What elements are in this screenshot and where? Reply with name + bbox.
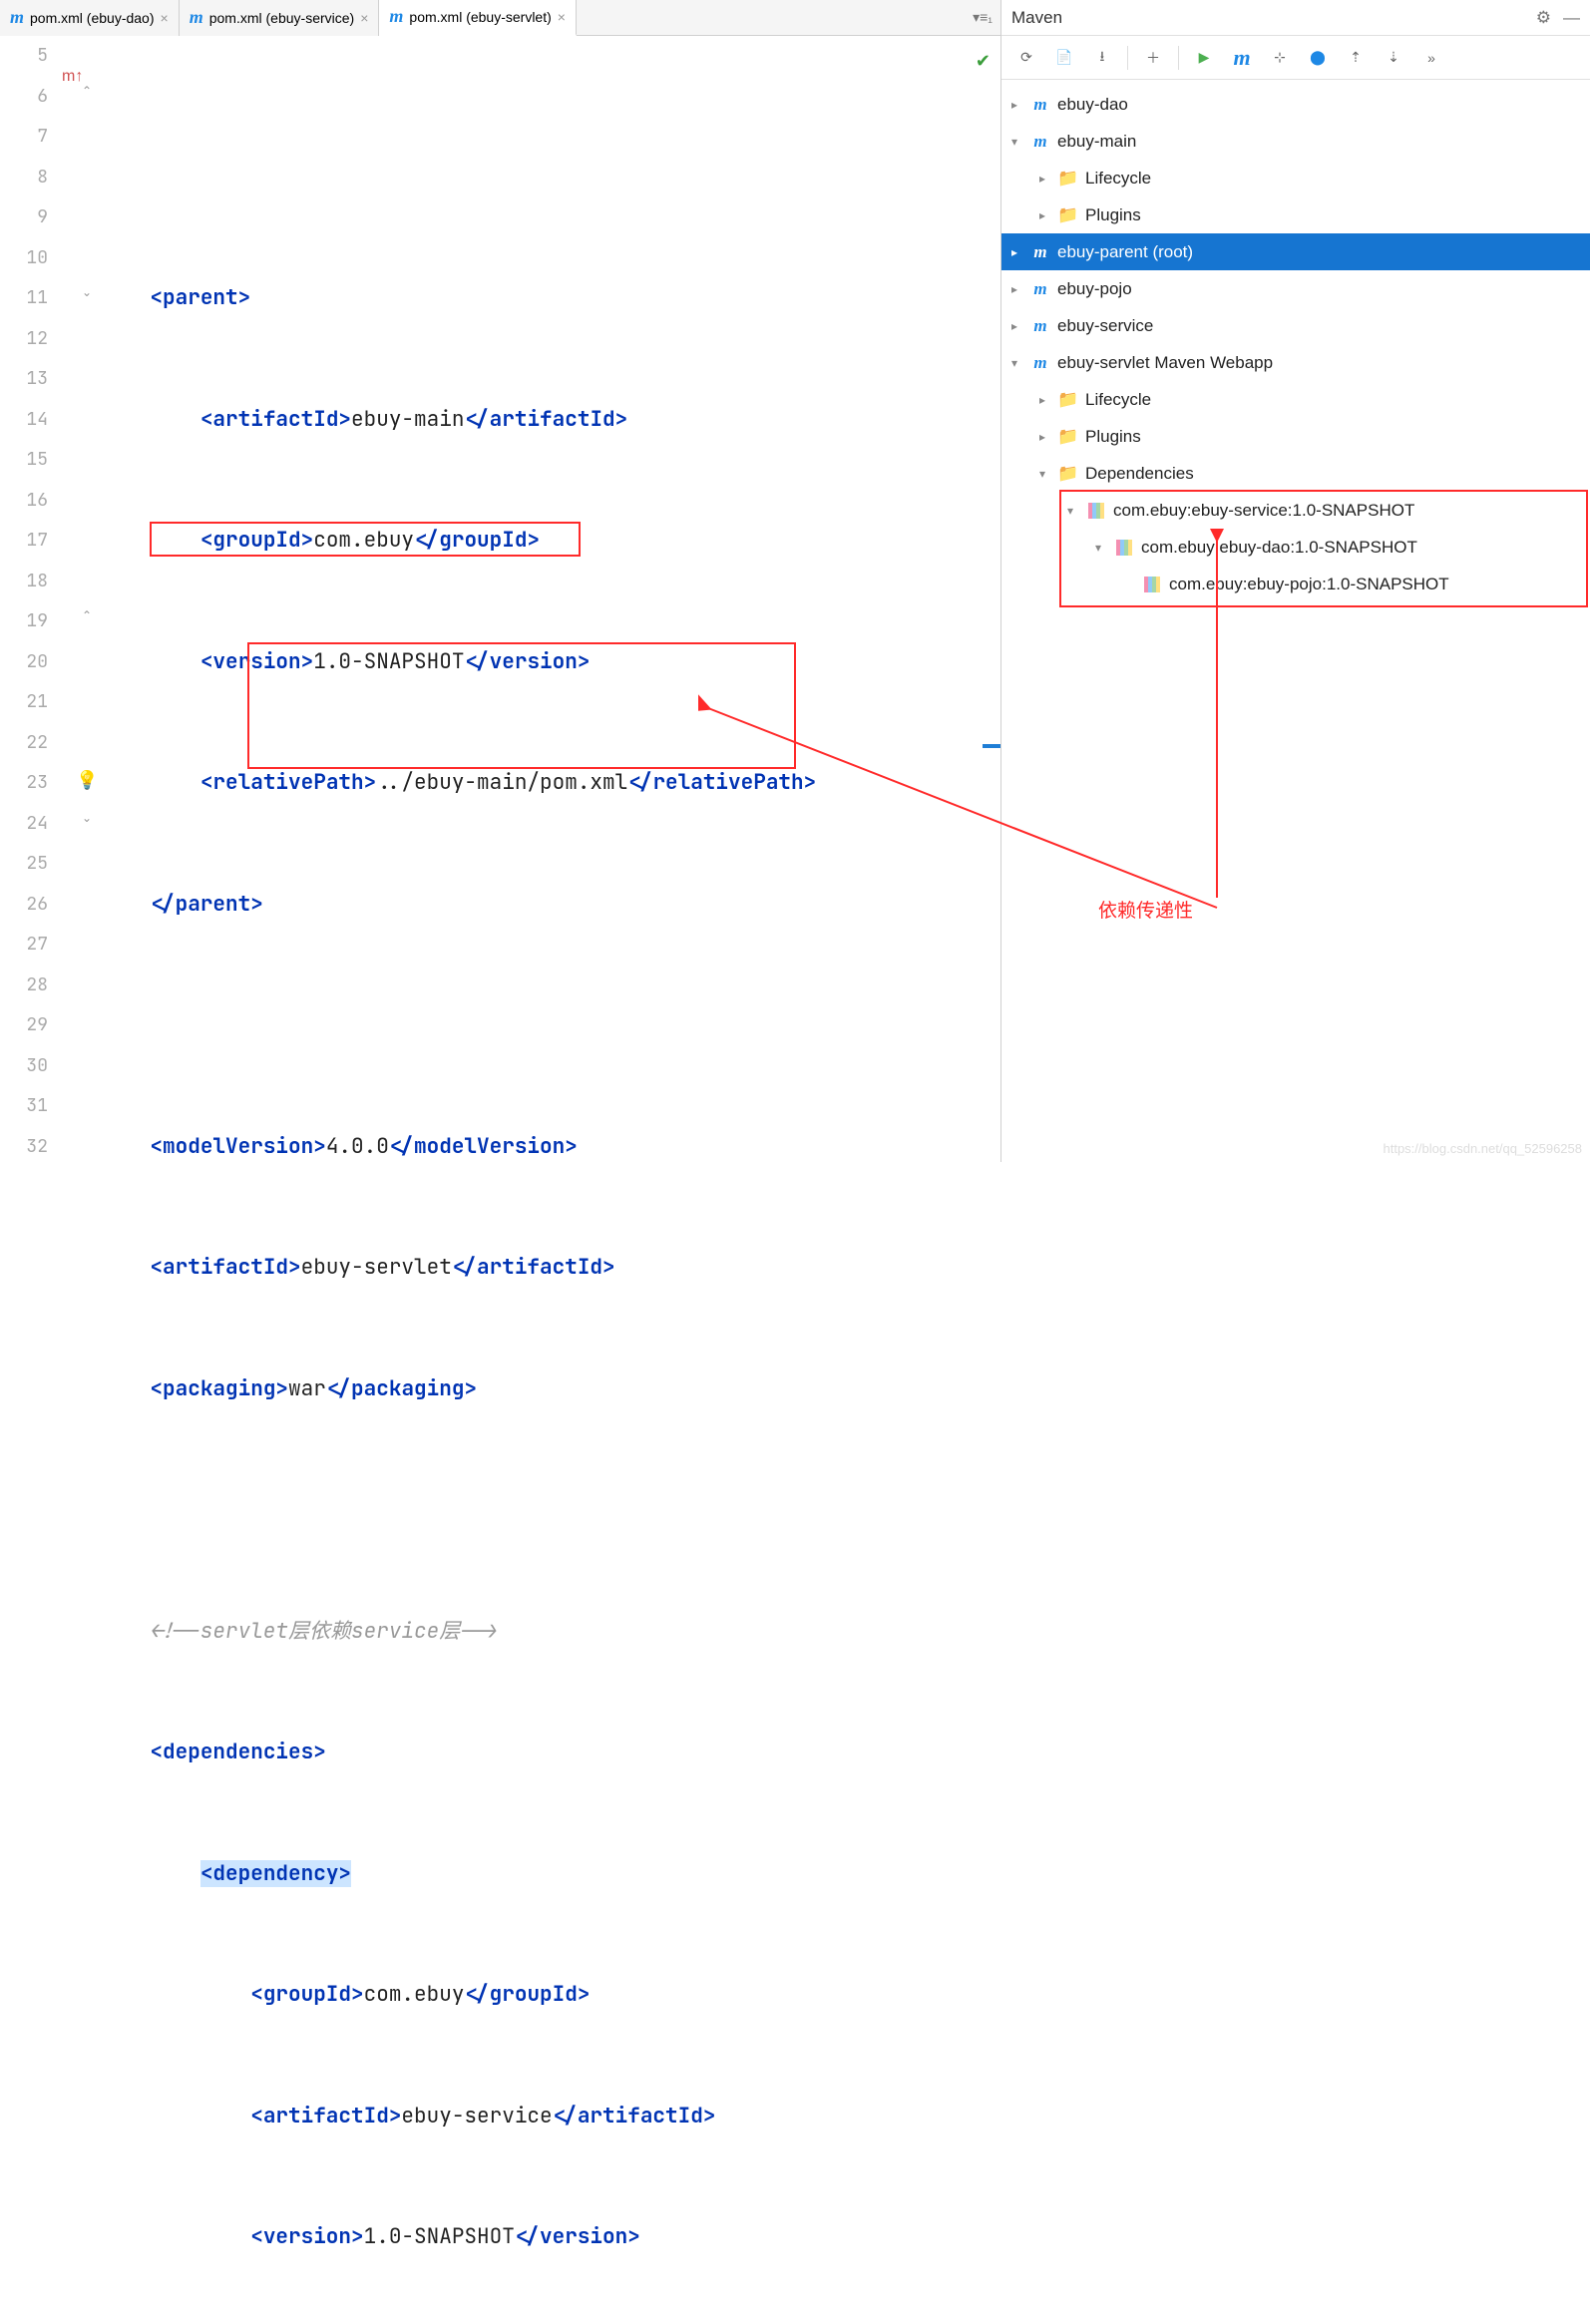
- tree-node-ebuy-parent[interactable]: ▸mebuy-parent (root): [1001, 233, 1590, 270]
- tree-node-dep-service[interactable]: ▾com.ebuy:ebuy-service:1.0-SNAPSHOT: [1001, 492, 1590, 529]
- tree-node-plugins[interactable]: ▸📁Plugins: [1001, 418, 1590, 455]
- tree-node-ebuy-pojo[interactable]: ▸mebuy-pojo: [1001, 270, 1590, 307]
- add-icon[interactable]: ＋: [1136, 41, 1170, 75]
- maven-icon: m: [389, 6, 403, 27]
- gear-icon[interactable]: ⚙: [1536, 8, 1551, 28]
- tab-pom-servlet[interactable]: m pom.xml (ebuy-servlet) ×: [379, 0, 577, 36]
- skip-tests-icon[interactable]: ⬤: [1301, 41, 1335, 75]
- run-icon[interactable]: ▶: [1187, 41, 1221, 75]
- close-icon[interactable]: ×: [360, 10, 368, 26]
- tab-label: pom.xml (ebuy-servlet): [409, 9, 551, 25]
- line-gutter: 5678910111213141516171819202122232425262…: [0, 36, 60, 2324]
- tree-node-dep-dao[interactable]: ▾com.ebuy:ebuy-dao:1.0-SNAPSHOT: [1001, 529, 1590, 566]
- analysis-ok-icon: ✔: [976, 42, 991, 83]
- download-icon[interactable]: ⭳: [1085, 41, 1119, 75]
- tree-node-ebuy-service[interactable]: ▸mebuy-service: [1001, 307, 1590, 344]
- intention-bulb-icon[interactable]: 💡: [76, 770, 98, 791]
- tab-pom-dao[interactable]: m pom.xml (ebuy-dao) ×: [0, 0, 180, 36]
- maven-title: Maven: [1011, 8, 1062, 28]
- tree-node-plugins[interactable]: ▸📁Plugins: [1001, 196, 1590, 233]
- more-icon[interactable]: »: [1414, 41, 1448, 75]
- maven-toolbar: ⟳ 📄 ⭳ ＋ ▶ m ⊹ ⬤ ⇡ ⇣ »: [1001, 36, 1590, 80]
- tab-label: pom.xml (ebuy-dao): [30, 10, 155, 26]
- editor-pane: m pom.xml (ebuy-dao) × m pom.xml (ebuy-serv…: [0, 0, 1001, 1162]
- watermark: https://blog.csdn.net/qq_52596258: [1384, 1141, 1583, 1156]
- tree-node-ebuy-main[interactable]: ▾mebuy-main: [1001, 123, 1590, 160]
- maven-icon: m: [190, 7, 203, 28]
- close-icon[interactable]: ×: [161, 10, 169, 26]
- code-area[interactable]: ✔ <parent> <artifactId>ebuy-main</artifa…: [100, 36, 1000, 2324]
- collapse-icon[interactable]: ⇡: [1339, 41, 1373, 75]
- maven-header: Maven ⚙ —: [1001, 0, 1590, 36]
- reload-icon[interactable]: ⟳: [1009, 41, 1043, 75]
- tree-node-dependencies[interactable]: ▾📁Dependencies: [1001, 455, 1590, 492]
- maven-icon: m: [10, 7, 24, 28]
- toggle-offline-icon[interactable]: ⊹: [1263, 41, 1297, 75]
- tree-node-lifecycle[interactable]: ▸📁Lifecycle: [1001, 381, 1590, 418]
- tree-node-lifecycle[interactable]: ▸📁Lifecycle: [1001, 160, 1590, 196]
- maven-tool-window: Maven ⚙ — ⟳ 📄 ⭳ ＋ ▶ m ⊹ ⬤ ⇡ ⇣ » ▸mebuy-d…: [1001, 0, 1590, 1162]
- tab-overflow[interactable]: ▾≡₁: [973, 9, 1000, 26]
- tab-pom-service[interactable]: m pom.xml (ebuy-service) ×: [180, 0, 380, 36]
- expand-icon[interactable]: ⇣: [1377, 41, 1410, 75]
- tree-node-dep-pojo[interactable]: com.ebuy:ebuy-pojo:1.0-SNAPSHOT: [1001, 566, 1590, 602]
- tab-label: pom.xml (ebuy-service): [209, 10, 354, 26]
- generate-sources-icon[interactable]: 📄: [1047, 41, 1081, 75]
- tree-node-ebuy-dao[interactable]: ▸mebuy-dao: [1001, 86, 1590, 123]
- editor-body[interactable]: 5678910111213141516171819202122232425262…: [0, 36, 1000, 2324]
- annotation-text: 依赖传递性: [1098, 896, 1193, 923]
- error-stripe-mark: [983, 744, 1000, 748]
- minimize-icon[interactable]: —: [1563, 8, 1580, 28]
- fold-column: m↑ ⌃ ⌄ ⌃ ⌄ ⌄ 💡: [60, 36, 100, 2324]
- tab-bar: m pom.xml (ebuy-dao) × m pom.xml (ebuy-serv…: [0, 0, 1000, 36]
- maven-tree[interactable]: ▸mebuy-dao ▾mebuy-main ▸📁Lifecycle ▸📁Plu…: [1001, 80, 1590, 1162]
- tree-node-ebuy-servlet[interactable]: ▾mebuy-servlet Maven Webapp: [1001, 344, 1590, 381]
- maven-m-icon[interactable]: m: [1225, 41, 1259, 75]
- close-icon[interactable]: ×: [558, 9, 566, 25]
